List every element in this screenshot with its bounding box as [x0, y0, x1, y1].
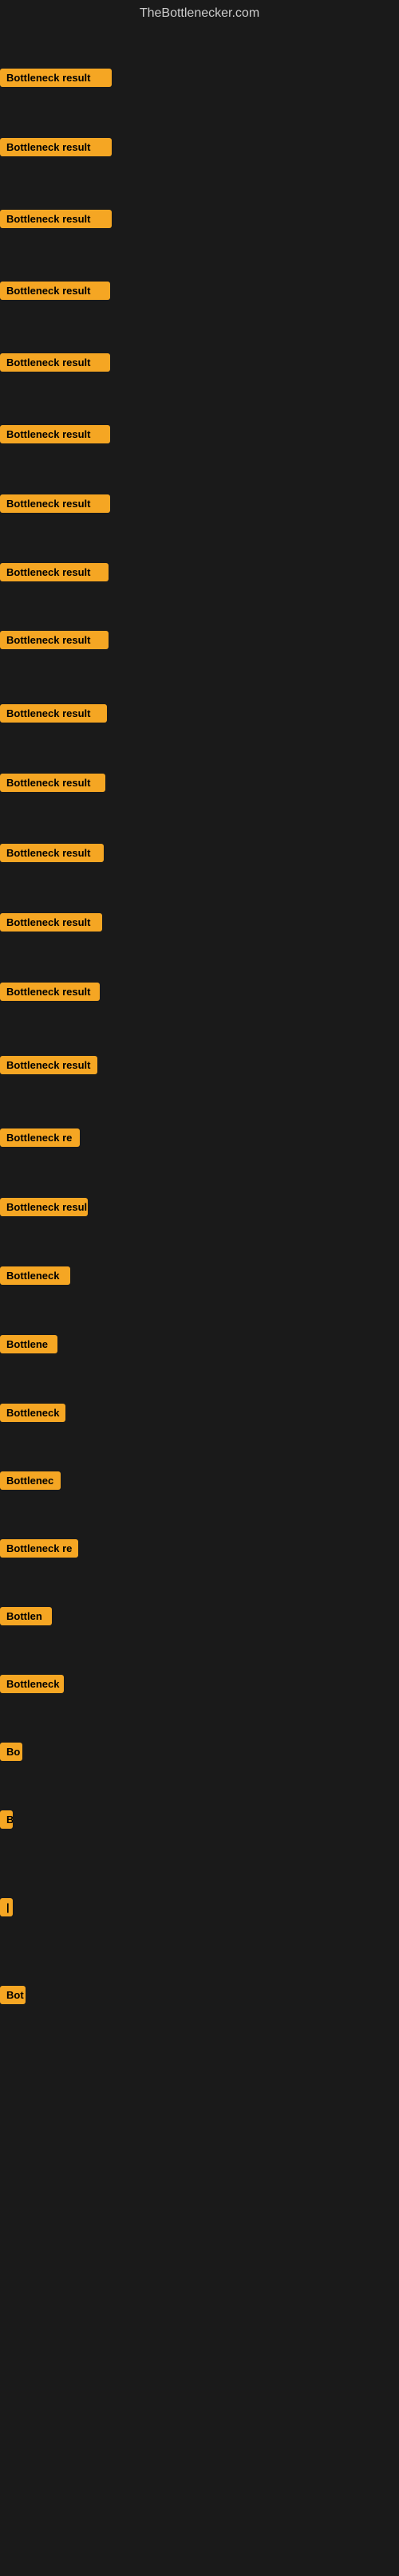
bottleneck-badge[interactable]: Bottleneck result: [0, 563, 109, 581]
bottleneck-badge[interactable]: Bottleneck result: [0, 282, 110, 300]
site-title: TheBottlenecker.com: [0, 0, 399, 24]
bottleneck-badge[interactable]: Bottleneck result: [0, 353, 110, 372]
bottleneck-badge[interactable]: Bottleneck result: [0, 774, 105, 792]
bottleneck-badge[interactable]: Bottleneck result: [0, 1056, 97, 1074]
list-item: Bottleneck result: [0, 774, 105, 792]
list-item: B: [0, 1810, 13, 1829]
bottleneck-badge[interactable]: Bottleneck result: [0, 210, 112, 228]
bottleneck-badge[interactable]: Bottleneck re: [0, 1539, 78, 1558]
bottleneck-badge[interactable]: Bottleneck re: [0, 1128, 80, 1147]
bottleneck-badge[interactable]: Bottleneck result: [0, 631, 109, 649]
bottleneck-badge[interactable]: Bottleneck result: [0, 983, 100, 1001]
bottleneck-badge[interactable]: Bottlenec: [0, 1471, 61, 1490]
bottleneck-badge[interactable]: Bo: [0, 1743, 22, 1761]
list-item: Bottleneck result: [0, 282, 110, 300]
list-item: Bottleneck result: [0, 844, 104, 862]
bottleneck-badge[interactable]: B: [0, 1810, 13, 1829]
list-item: Bottleneck result: [0, 1056, 97, 1074]
bottleneck-badge[interactable]: Bot: [0, 1986, 26, 2004]
list-item: Bottleneck result: [0, 425, 110, 443]
bottleneck-badge[interactable]: Bottlene: [0, 1335, 57, 1353]
list-item: Bottleneck result: [0, 138, 112, 156]
bottleneck-badge[interactable]: Bottleneck: [0, 1404, 65, 1422]
list-item: Bot: [0, 1986, 26, 2004]
list-item: Bottleneck result: [0, 69, 112, 87]
bottleneck-badge[interactable]: Bottleneck result: [0, 913, 102, 932]
list-item: Bottleneck resul: [0, 1198, 88, 1216]
bottleneck-badge[interactable]: Bottleneck result: [0, 494, 110, 513]
bottleneck-badge[interactable]: Bottleneck result: [0, 69, 112, 87]
bottleneck-badge[interactable]: Bottleneck result: [0, 138, 112, 156]
bottleneck-badge[interactable]: Bottleneck: [0, 1266, 70, 1285]
list-item: Bottleneck: [0, 1404, 65, 1422]
list-item: Bottleneck re: [0, 1128, 80, 1147]
list-item: Bottleneck result: [0, 704, 107, 723]
bottleneck-badge[interactable]: Bottleneck result: [0, 425, 110, 443]
list-item: Bottleneck re: [0, 1539, 78, 1558]
bottleneck-badge[interactable]: Bottlen: [0, 1607, 52, 1625]
list-item: Bottleneck: [0, 1675, 64, 1693]
bottleneck-badge[interactable]: Bottleneck: [0, 1675, 64, 1693]
list-item: Bottlene: [0, 1335, 57, 1353]
list-item: Bottlen: [0, 1607, 52, 1625]
list-item: Bottleneck result: [0, 210, 112, 228]
list-item: Bottleneck result: [0, 563, 109, 581]
list-item: Bo: [0, 1743, 22, 1761]
list-item: |: [0, 1898, 13, 1916]
bottleneck-badge[interactable]: Bottleneck resul: [0, 1198, 88, 1216]
bottleneck-badge[interactable]: Bottleneck result: [0, 844, 104, 862]
list-item: Bottlenec: [0, 1471, 61, 1490]
bottleneck-badge[interactable]: |: [0, 1898, 13, 1916]
list-item: Bottleneck result: [0, 353, 110, 372]
list-item: Bottleneck result: [0, 913, 102, 932]
list-item: Bottleneck result: [0, 494, 110, 513]
bottleneck-badge[interactable]: Bottleneck result: [0, 704, 107, 723]
list-item: Bottleneck result: [0, 631, 109, 649]
list-item: Bottleneck result: [0, 983, 100, 1001]
list-item: Bottleneck: [0, 1266, 70, 1285]
